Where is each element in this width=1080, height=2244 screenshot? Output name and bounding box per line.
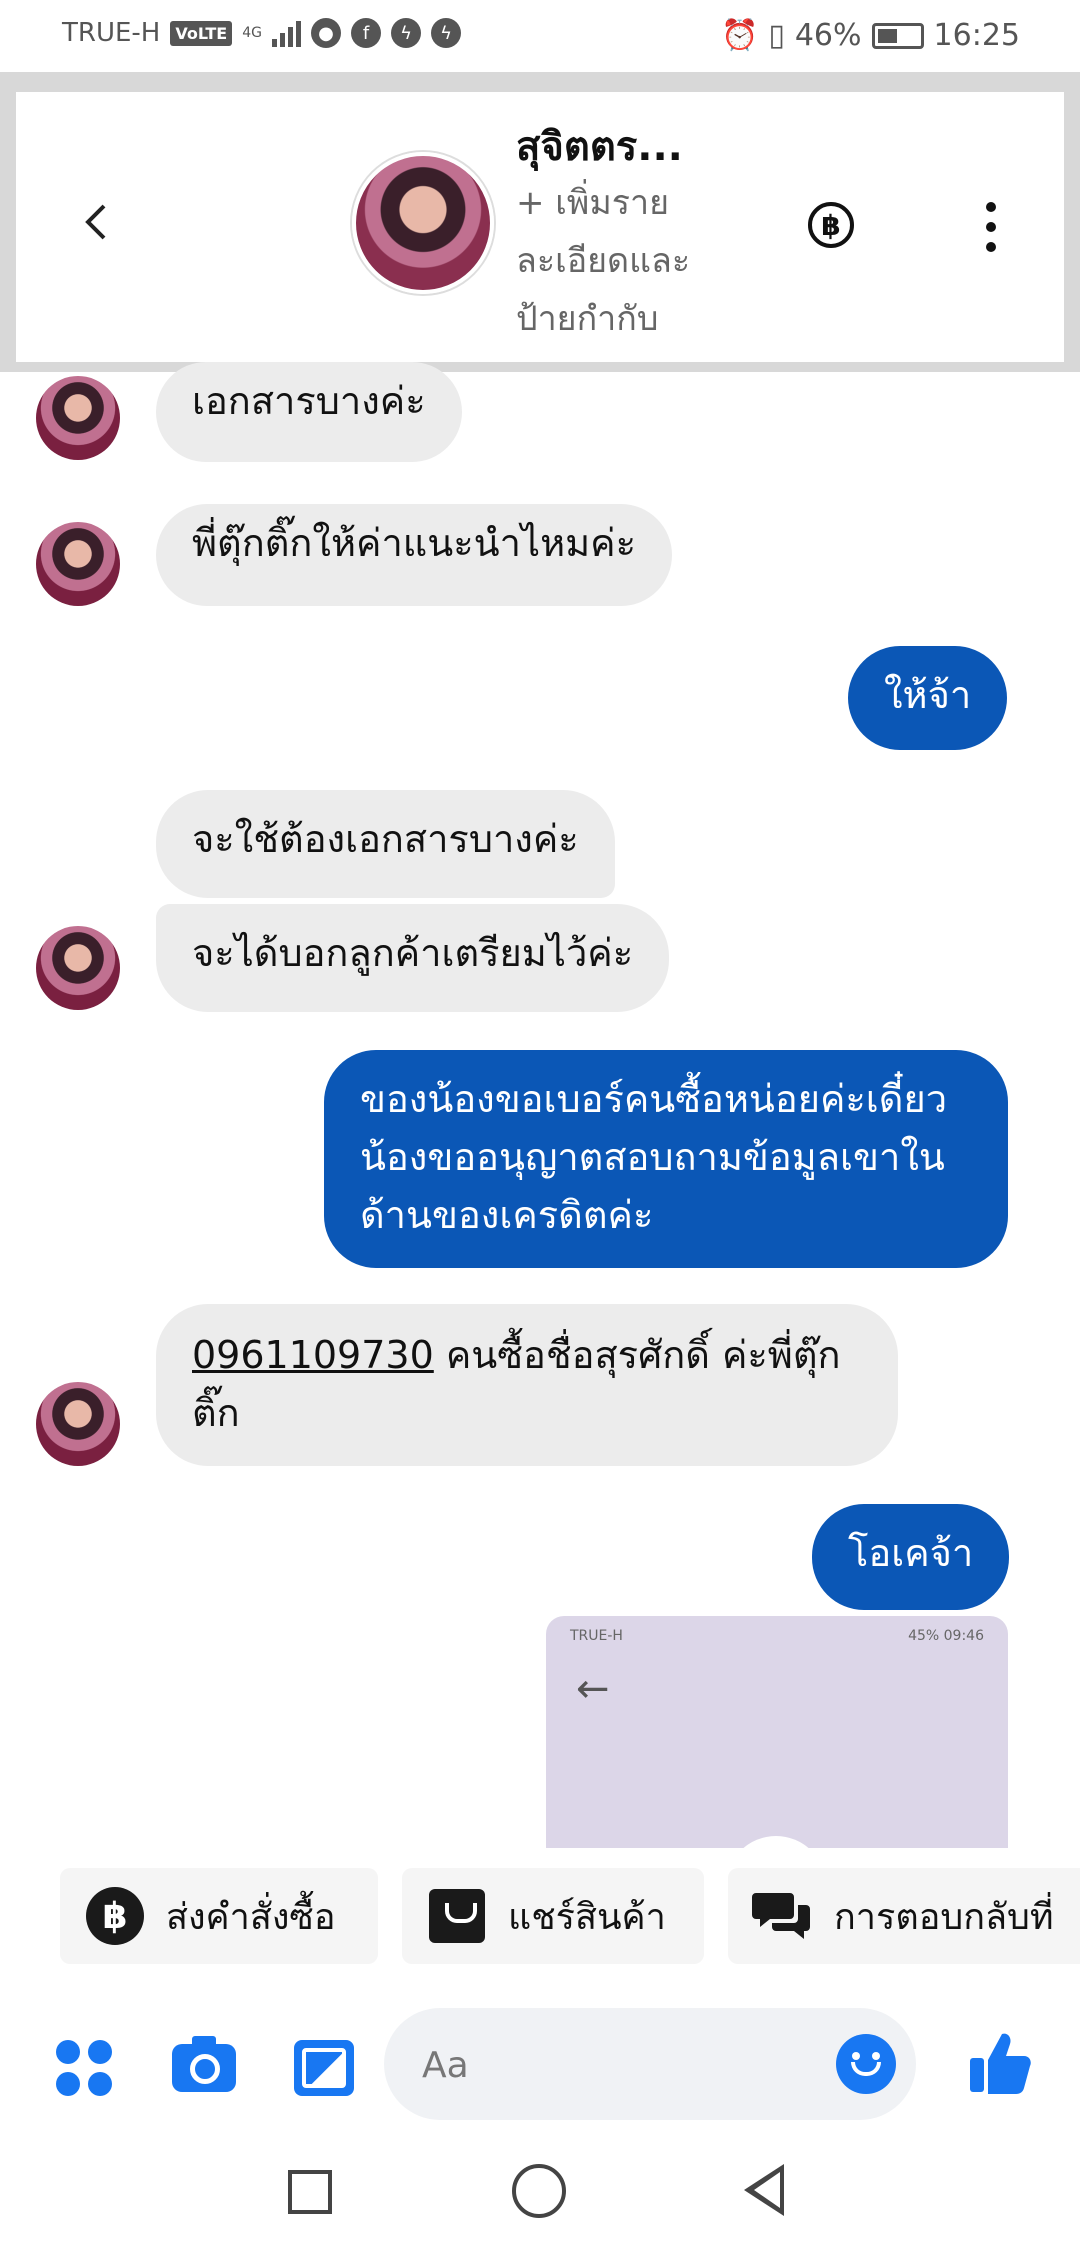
messenger-icon: ϟ bbox=[431, 18, 461, 48]
facebook-icon: f bbox=[351, 18, 381, 48]
message-bubble-outgoing[interactable]: โอเคจ้า bbox=[812, 1504, 1010, 1610]
signal-icon bbox=[272, 19, 301, 47]
contact-name[interactable]: สุจิตตร... bbox=[516, 114, 683, 178]
menu-grid-icon[interactable] bbox=[56, 2040, 112, 2096]
share-product-label: แชร์สินค้า bbox=[508, 1896, 666, 1938]
battery-percent: 46% bbox=[794, 18, 862, 53]
status-bar-left: TRUE-H VoLTE 4G ● f ϟ ϟ bbox=[62, 18, 461, 48]
message-bubble-incoming[interactable]: จะใช้ต้องเอกสารบางค่ะ bbox=[156, 790, 615, 898]
home-icon[interactable] bbox=[512, 2164, 566, 2218]
message-bubble-outgoing[interactable]: ให้จ้า bbox=[848, 646, 1008, 750]
thumbs-up-icon[interactable] bbox=[968, 2030, 1032, 2096]
baht-icon: ฿ bbox=[84, 1885, 146, 1947]
back-triangle-icon[interactable] bbox=[744, 2164, 784, 2216]
recent-apps-icon[interactable] bbox=[288, 2170, 332, 2214]
screenshot-battery: 45% bbox=[908, 1628, 940, 1644]
sender-avatar[interactable] bbox=[36, 376, 120, 460]
add-details-link[interactable]: + เพิ่มรายละเอียดและป้ายกำกับ bbox=[516, 174, 736, 348]
sender-avatar[interactable] bbox=[36, 926, 120, 1010]
gallery-icon[interactable] bbox=[294, 2040, 354, 2096]
share-product-chip[interactable]: แชร์สินค้า bbox=[402, 1868, 704, 1964]
message-input[interactable] bbox=[420, 2008, 804, 2122]
phone-number-link[interactable]: 0961109730 bbox=[192, 1333, 434, 1377]
system-navigation-bar bbox=[0, 2150, 1080, 2244]
screenshot-time: 09:46 bbox=[943, 1628, 984, 1644]
battery-icon bbox=[871, 22, 924, 49]
alarm-icon: ⏰ bbox=[720, 18, 759, 53]
send-order-label: ส่งคำสั่งซื้อ bbox=[166, 1896, 336, 1938]
messenger-icon: ϟ bbox=[391, 18, 421, 48]
vibrate-icon: ▯ bbox=[768, 18, 785, 53]
profile-circle bbox=[726, 1836, 826, 1848]
chat-bubbles-icon bbox=[752, 1893, 810, 1939]
more-options-icon[interactable] bbox=[976, 202, 1006, 252]
message-bubble-incoming[interactable]: พี่ตุ๊กติ๊กให้ค่าแนะนำไหมค่ะ bbox=[156, 504, 673, 606]
chat-header: สุจิตตร... + เพิ่มรายละเอียดและป้ายกำกับ… bbox=[16, 92, 1064, 362]
message-bubble-outgoing[interactable]: ของน้องขอเบอร์คนซื้อหน่อยค่ะเดี๋ยวน้องขอ… bbox=[324, 1050, 1008, 1268]
line-icon: ● bbox=[311, 18, 341, 48]
screenshot-status-bar: TRUE-H 45% 09:46 bbox=[570, 1628, 984, 1644]
message-bubble-incoming[interactable]: เอกสารบางค่ะ bbox=[156, 362, 462, 462]
sender-avatar[interactable] bbox=[36, 522, 120, 606]
image-attachment[interactable]: TRUE-H 45% 09:46 ← bbox=[546, 1616, 1008, 1848]
contact-avatar[interactable] bbox=[352, 152, 494, 294]
status-bar: TRUE-H VoLTE 4G ● f ϟ ϟ ⏰ ▯ 46% 16:25 bbox=[0, 0, 1080, 72]
screenshot-carrier: TRUE-H bbox=[570, 1628, 623, 1644]
saved-replies-label: การตอบกลับที่ bbox=[834, 1896, 1054, 1938]
shopping-bag-icon bbox=[426, 1885, 488, 1947]
emoji-icon[interactable] bbox=[836, 2034, 896, 2094]
status-bar-right: ⏰ ▯ 46% 16:25 bbox=[721, 18, 1020, 53]
message-composer bbox=[0, 2000, 1080, 2130]
back-arrow-icon: ← bbox=[576, 1666, 610, 1712]
carrier-label: TRUE-H bbox=[62, 18, 161, 48]
network-label: 4G bbox=[242, 25, 262, 41]
message-input-container bbox=[384, 2008, 916, 2122]
message-bubble-incoming[interactable]: 0961109730 คนซื้อชื่อสุรศักดิ์ ค่ะพี่ตุ๊… bbox=[156, 1304, 898, 1466]
camera-icon[interactable] bbox=[172, 2036, 236, 2092]
message-bubble-incoming[interactable]: จะได้บอกลูกค้าเตรียมไว้ค่ะ bbox=[156, 904, 670, 1012]
volte-badge: VoLTE bbox=[170, 20, 233, 46]
clock: 16:25 bbox=[933, 18, 1020, 53]
sender-avatar[interactable] bbox=[36, 1382, 120, 1466]
baht-payment-icon[interactable]: ฿ bbox=[808, 202, 854, 248]
back-arrow-icon[interactable] bbox=[76, 202, 116, 242]
send-order-chip[interactable]: ฿ ส่งคำสั่งซื้อ bbox=[60, 1868, 378, 1964]
saved-replies-chip[interactable]: การตอบกลับที่ bbox=[728, 1868, 1080, 1964]
